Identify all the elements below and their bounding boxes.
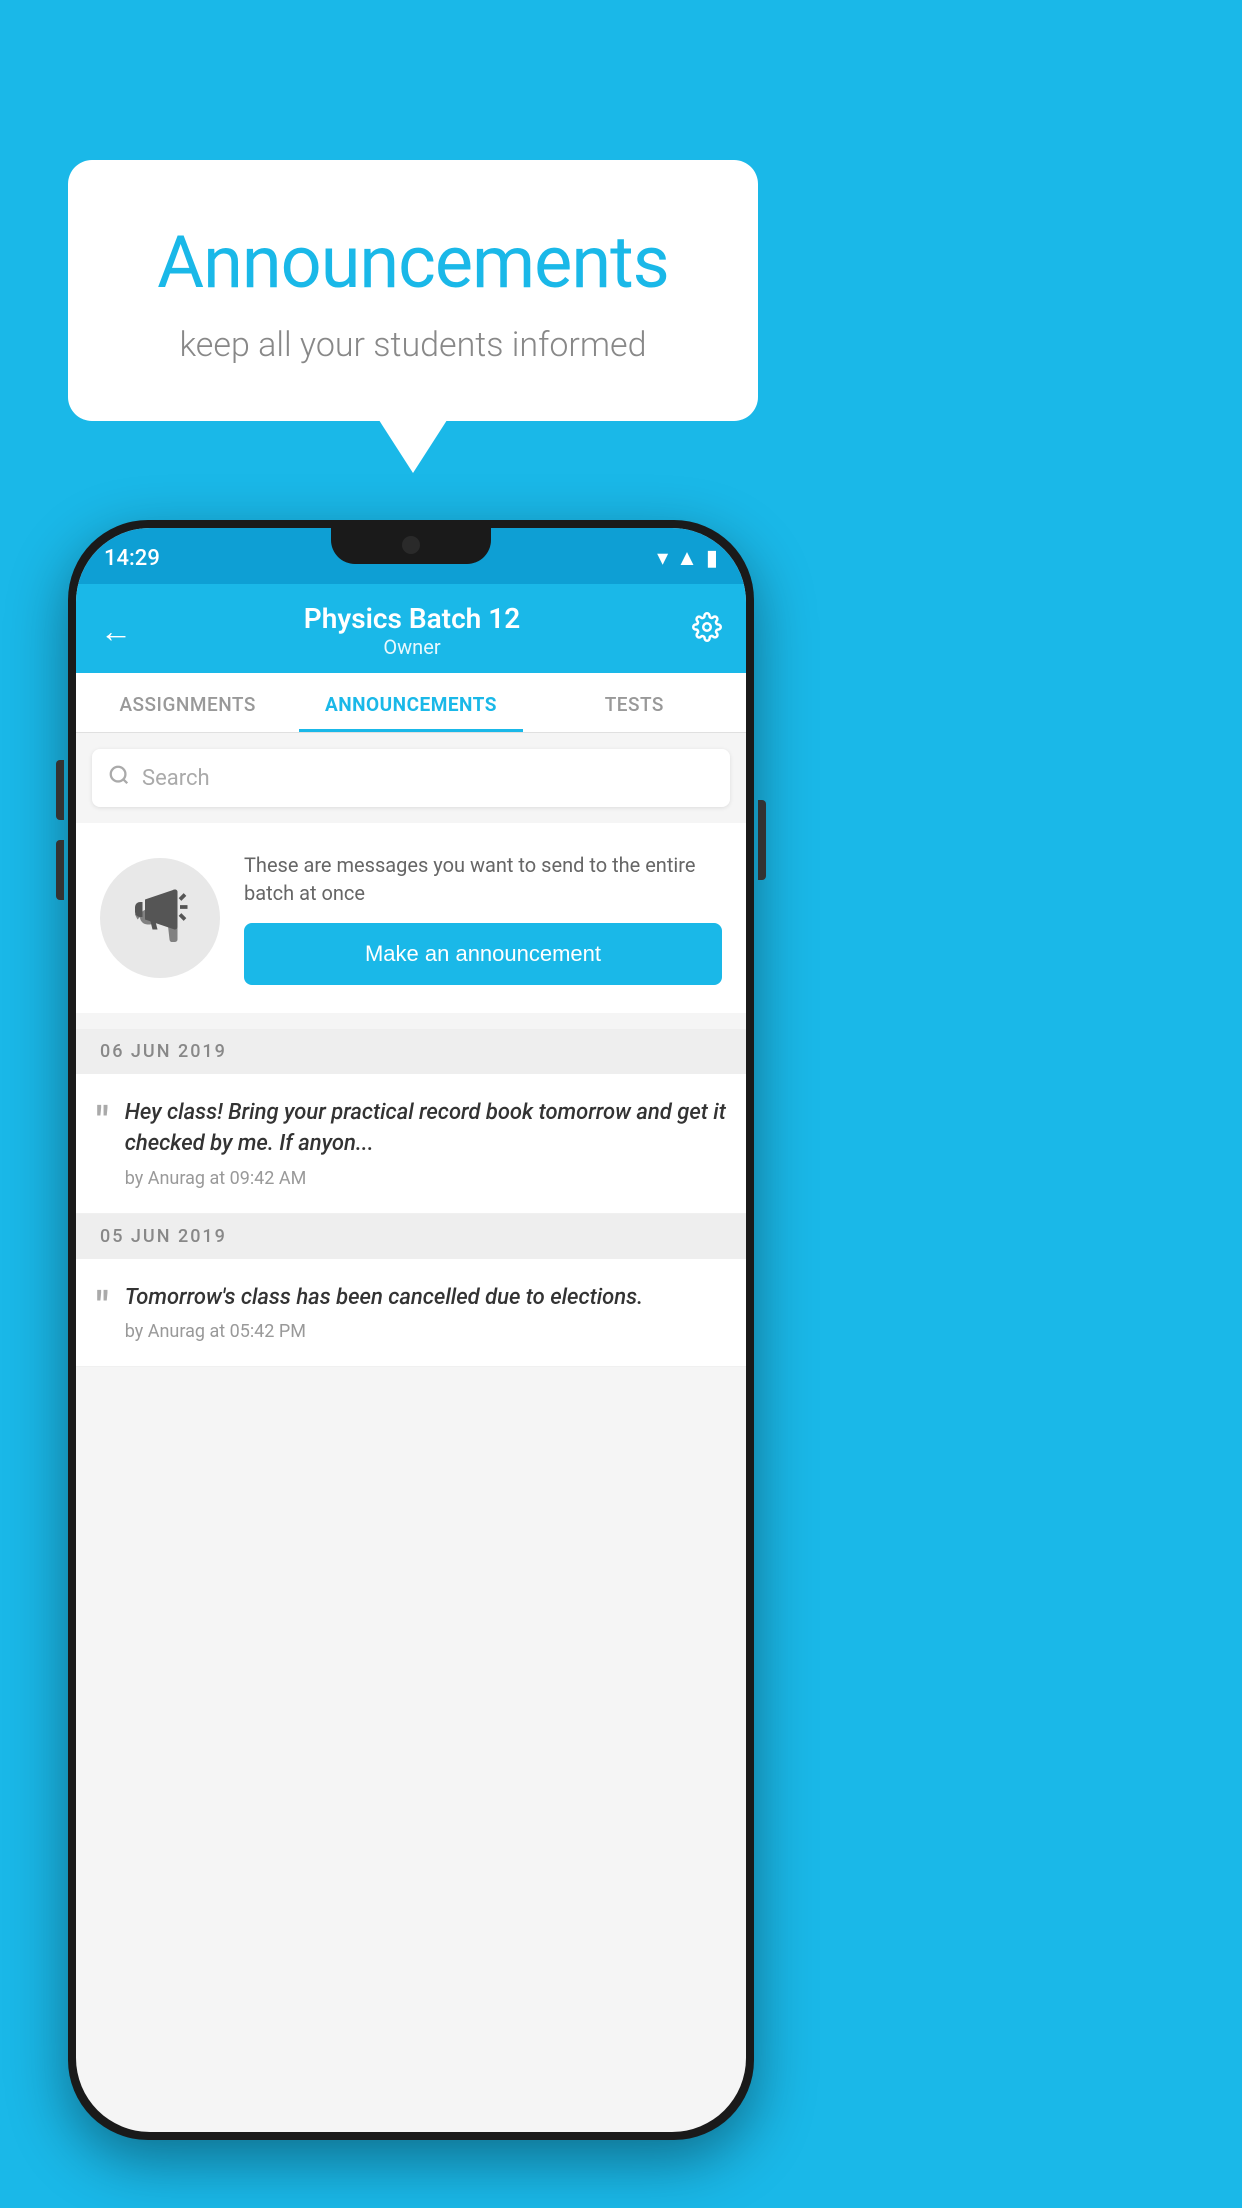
- phone-frame: 14:29 ▾ ▲ ▮ ← Physics Batch 12 Owner: [68, 520, 754, 2140]
- signal-icon: ▲: [676, 545, 698, 571]
- back-button[interactable]: ←: [100, 612, 132, 650]
- battery-icon: ▮: [706, 546, 718, 571]
- volume-down-button: [56, 840, 64, 900]
- header-subtitle: Owner: [304, 635, 521, 659]
- announcement-item-1[interactable]: " Hey class! Bring your practical record…: [76, 1074, 746, 1214]
- settings-button[interactable]: [692, 612, 722, 650]
- bubble-title: Announcements: [116, 220, 710, 305]
- volume-up-button: [56, 760, 64, 820]
- header-center: Physics Batch 12 Owner: [304, 602, 521, 659]
- tab-announcements[interactable]: ANNOUNCEMENTS: [299, 673, 522, 732]
- status-icons: ▾ ▲ ▮: [657, 545, 718, 571]
- make-announcement-button[interactable]: Make an announcement: [244, 923, 722, 985]
- power-button: [758, 800, 766, 880]
- tab-tests[interactable]: TESTS: [523, 673, 746, 732]
- app-header: ← Physics Batch 12 Owner: [76, 584, 746, 673]
- announcement-item-2[interactable]: " Tomorrow's class has been cancelled du…: [76, 1259, 746, 1368]
- header-title: Physics Batch 12: [304, 602, 521, 635]
- announcement-meta-2: by Anurag at 05:42 PM: [125, 1321, 643, 1342]
- status-time: 14:29: [104, 546, 160, 571]
- tab-assignments[interactable]: ASSIGNMENTS: [76, 673, 299, 732]
- promo-icon-circle: [100, 858, 220, 978]
- announcement-text-1: Hey class! Bring your practical record b…: [125, 1098, 726, 1160]
- search-bar[interactable]: Search: [92, 749, 730, 807]
- announcement-text-2: Tomorrow's class has been cancelled due …: [125, 1283, 643, 1314]
- speech-bubble: Announcements keep all your students inf…: [68, 160, 758, 421]
- notch: [331, 528, 491, 564]
- front-camera: [402, 536, 420, 554]
- tabs-bar: ASSIGNMENTS ANNOUNCEMENTS TESTS: [76, 673, 746, 733]
- date-separator-1: 06 JUN 2019: [76, 1029, 746, 1074]
- promo-description: These are messages you want to send to t…: [244, 851, 722, 907]
- announcement-content-1: Hey class! Bring your practical record b…: [125, 1098, 726, 1189]
- search-icon: [108, 763, 130, 793]
- promo-content: These are messages you want to send to t…: [244, 851, 722, 985]
- quote-icon-2: ": [96, 1287, 109, 1327]
- speech-bubble-container: Announcements keep all your students inf…: [68, 160, 758, 421]
- megaphone-icon: [130, 882, 190, 955]
- announcement-content-2: Tomorrow's class has been cancelled due …: [125, 1283, 643, 1343]
- search-placeholder: Search: [142, 766, 210, 791]
- bubble-subtitle: keep all your students informed: [116, 325, 710, 365]
- promo-card: These are messages you want to send to t…: [76, 823, 746, 1013]
- announcement-meta-1: by Anurag at 09:42 AM: [125, 1168, 726, 1189]
- quote-icon-1: ": [96, 1102, 109, 1142]
- wifi-icon: ▾: [657, 546, 668, 571]
- phone-screen: 14:29 ▾ ▲ ▮ ← Physics Batch 12 Owner: [76, 528, 746, 2132]
- date-separator-2: 05 JUN 2019: [76, 1214, 746, 1259]
